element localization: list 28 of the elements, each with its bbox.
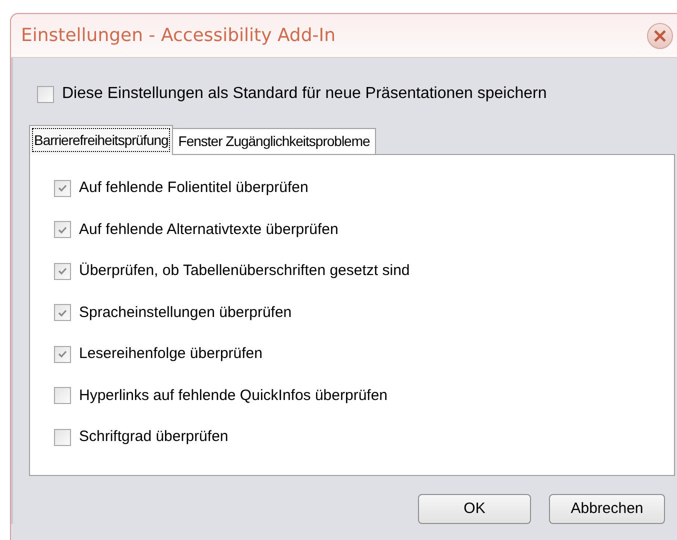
checkbox[interactable]	[54, 180, 71, 197]
checkbox[interactable]	[54, 387, 71, 404]
checkbox-label: Auf fehlende Alternativtexte überprüfen	[79, 220, 338, 240]
checkbox[interactable]	[54, 346, 71, 363]
checkbox[interactable]	[54, 221, 71, 238]
dialog-button[interactable]: Abbrechen	[549, 494, 665, 524]
close-button[interactable]	[647, 22, 673, 48]
checkbox-label: Hyperlinks auf fehlende QuickInfos überprüfen	[79, 386, 388, 406]
checkbox[interactable]	[54, 304, 71, 322]
dialog-button[interactable]: OK	[418, 494, 531, 524]
checkbox-label: Diese Einstellungen als Standard für neue Präsentationen speichern	[62, 84, 547, 104]
checkbox-label: Lesereihenfolge überprüfen	[79, 344, 262, 364]
tab[interactable]: Barrierefreiheitsprüfung	[29, 125, 174, 155]
checkmark-icon	[58, 308, 67, 317]
window-title: Einstellungen - Accessibility Add-In	[21, 24, 336, 48]
checkmark-icon	[58, 184, 67, 192]
checkbox-label: Spracheinstellungen überprüfen	[79, 302, 292, 322]
checkmark-icon	[58, 267, 67, 276]
tab[interactable]: Fenster Zugänglichkeitsprobleme	[173, 128, 376, 154]
checkbox-label: Überprüfen, ob Tabellenüberschriften gesetzt sind	[79, 261, 410, 281]
checkbox[interactable]	[54, 262, 71, 280]
checkmark-icon	[58, 350, 67, 358]
checkmark-icon	[58, 226, 67, 234]
close-icon	[654, 30, 666, 42]
checkbox-label: Auf fehlende Folientitel überprüfen	[79, 178, 308, 198]
checkbox-label: Schriftgrad überprüfen	[79, 427, 228, 447]
checkbox[interactable]	[37, 86, 54, 102]
checkbox[interactable]	[54, 428, 71, 446]
